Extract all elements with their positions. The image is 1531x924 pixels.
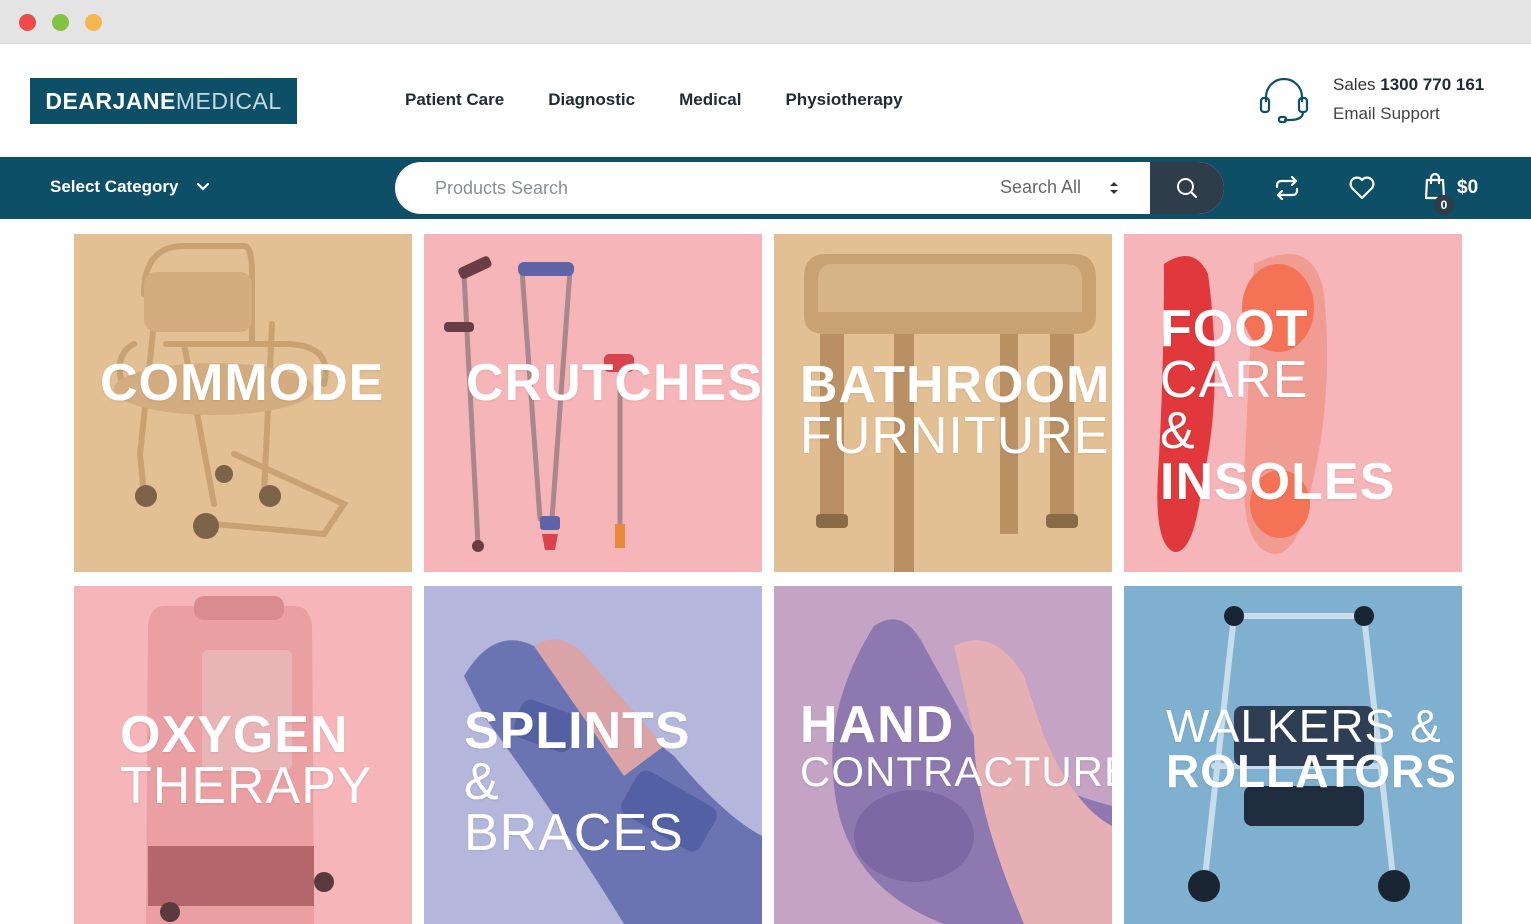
sort-caret-icon bbox=[1110, 182, 1118, 194]
cart-button[interactable]: 0 $0 bbox=[1422, 171, 1478, 215]
category-tile-walkers[interactable]: WALKERS & ROLLATORS bbox=[1124, 586, 1462, 924]
main-nav: Patient Care Diagnostic Medical Physioth… bbox=[405, 90, 903, 110]
nav-medical[interactable]: Medical bbox=[679, 90, 741, 110]
category-tile-bathroom-furniture[interactable]: BATHROOM FURNITURE bbox=[774, 234, 1112, 572]
tile-line: FURNITURE bbox=[800, 406, 1110, 465]
category-label-walkers: WALKERS & ROLLATORS bbox=[1166, 700, 1457, 798]
search-button[interactable] bbox=[1150, 162, 1224, 214]
category-tile-crutches[interactable]: CRUTCHES bbox=[424, 234, 762, 572]
compare-icon bbox=[1275, 176, 1299, 200]
browser-titlebar bbox=[0, 0, 1531, 44]
sales-phone[interactable]: Sales 1300 770 161 bbox=[1333, 75, 1484, 95]
tile-line: COMMODE bbox=[100, 354, 385, 412]
tile-line: OXYGEN bbox=[120, 706, 349, 764]
sales-number: 1300 770 161 bbox=[1380, 75, 1485, 94]
window-close-button[interactable] bbox=[19, 14, 36, 31]
tile-line: CRUTCHES bbox=[466, 354, 762, 412]
wishlist-button[interactable] bbox=[1345, 171, 1379, 205]
tile-line: ROLLATORS bbox=[1166, 745, 1457, 798]
tile-line: HAND bbox=[800, 696, 955, 754]
cart-total: $0 bbox=[1457, 177, 1479, 198]
window-zoom-button[interactable] bbox=[85, 14, 102, 31]
nav-diagnostic[interactable]: Diagnostic bbox=[548, 90, 635, 110]
email-support-link[interactable]: Email Support bbox=[1333, 104, 1440, 124]
nav-physiotherapy[interactable]: Physiotherapy bbox=[785, 90, 902, 110]
select-category-label: Select Category bbox=[50, 177, 179, 196]
cart-count-badge: 0 bbox=[1434, 195, 1454, 215]
category-label-splints: SPLINTS & BRACES bbox=[464, 702, 691, 862]
headset-icon bbox=[1259, 77, 1309, 124]
window-minimize-button[interactable] bbox=[52, 14, 69, 31]
tile-line: INSOLES bbox=[1160, 452, 1396, 511]
logo-light-text: MEDICAL bbox=[175, 87, 282, 114]
search-toolbar: Select Category Search All 0 $0 bbox=[0, 157, 1531, 219]
category-tile-splints[interactable]: SPLINTS & BRACES bbox=[424, 586, 762, 924]
site-header: DEARJANE MEDICAL Patient Care Diagnostic … bbox=[0, 45, 1531, 157]
tile-line: WALKERS & bbox=[1166, 700, 1442, 752]
site-logo[interactable]: DEARJANE MEDICAL bbox=[30, 78, 297, 124]
search-scope-select[interactable]: Search All bbox=[1000, 177, 1081, 198]
logo-bold-text: DEARJANE bbox=[45, 87, 176, 114]
tile-line: CONTRACTURE bbox=[800, 747, 1112, 795]
tile-line: & bbox=[1160, 401, 1196, 460]
tile-line: BRACES bbox=[464, 803, 684, 862]
tile-line: THERAPY bbox=[120, 756, 373, 815]
search-input[interactable] bbox=[435, 162, 955, 214]
category-label-hand: HAND CONTRACTURE bbox=[800, 696, 1112, 795]
tile-line: BATHROOM bbox=[800, 356, 1111, 414]
tile-line: CARE bbox=[1160, 350, 1309, 409]
category-label-commode: COMMODE bbox=[100, 354, 385, 412]
category-tile-commode[interactable]: COMMODE bbox=[74, 234, 412, 572]
chevron-down-icon bbox=[196, 183, 209, 191]
search-box: Search All bbox=[395, 162, 1224, 214]
category-label-crutches: CRUTCHES bbox=[466, 354, 762, 412]
compare-button[interactable] bbox=[1270, 171, 1304, 205]
category-tile-foot-care[interactable]: FOOT CARE & INSOLES bbox=[1124, 234, 1462, 572]
sales-label: Sales bbox=[1333, 75, 1376, 94]
support-block: Sales 1300 770 161 Email Support bbox=[1258, 73, 1518, 129]
category-label-foot-care: FOOT CARE & INSOLES bbox=[1160, 300, 1396, 511]
category-tile-hand-contracture[interactable]: HAND CONTRACTURE bbox=[774, 586, 1112, 924]
search-icon bbox=[1177, 178, 1197, 198]
category-label-oxygen: OXYGEN THERAPY bbox=[120, 706, 373, 815]
heart-icon bbox=[1349, 176, 1375, 200]
select-category-dropdown[interactable]: Select Category bbox=[50, 177, 209, 197]
nav-patient-care[interactable]: Patient Care bbox=[405, 90, 504, 110]
category-label-bathroom: BATHROOM FURNITURE bbox=[800, 356, 1111, 465]
tile-line: & bbox=[464, 752, 500, 811]
category-tile-oxygen-therapy[interactable]: OXYGEN THERAPY bbox=[74, 586, 412, 924]
tile-line: SPLINTS bbox=[464, 702, 691, 760]
tile-line: FOOT bbox=[1160, 300, 1309, 358]
